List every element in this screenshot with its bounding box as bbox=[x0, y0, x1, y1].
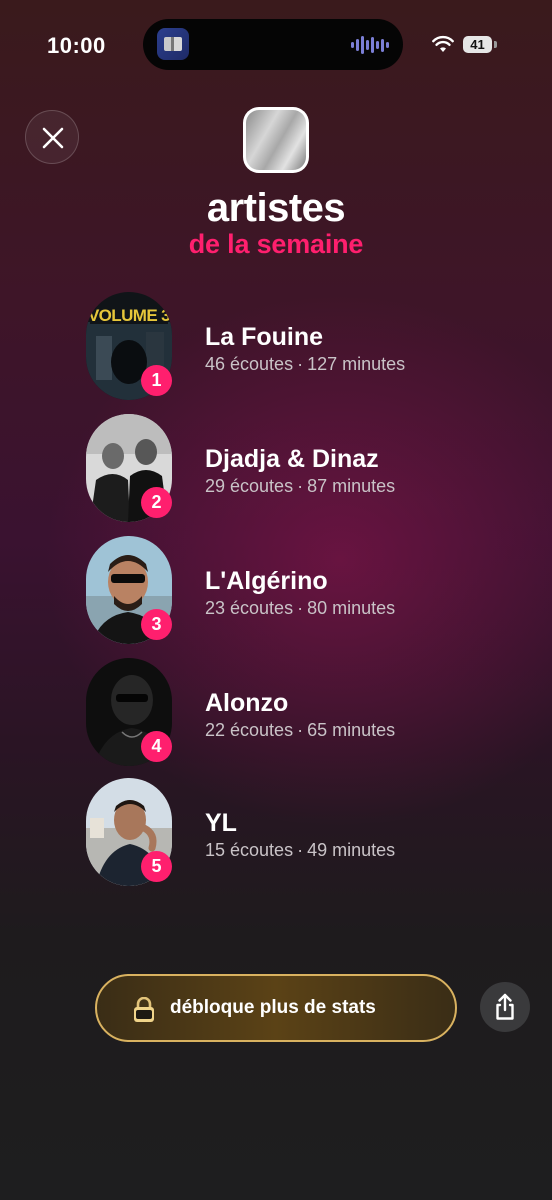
rank-badge: 5 bbox=[141, 851, 172, 882]
cover-text: VOLUME 3 bbox=[88, 306, 170, 325]
close-icon bbox=[42, 127, 64, 149]
rank-badge: 3 bbox=[141, 609, 172, 640]
minutes-count: 80 minutes bbox=[307, 598, 396, 618]
page-subtitle: de la semaine bbox=[188, 229, 364, 259]
minutes-count: 49 minutes bbox=[307, 840, 396, 860]
artist-name: L'Algérino bbox=[205, 567, 328, 595]
rank-badge: 4 bbox=[141, 731, 172, 762]
dynamic-island[interactable] bbox=[143, 19, 403, 70]
unlock-stats-button[interactable]: débloque plus de stats bbox=[95, 974, 457, 1042]
artist-stats: 29 écoutes · 87 minutes bbox=[205, 476, 395, 497]
audio-wave-icon bbox=[351, 35, 389, 55]
separator: · bbox=[297, 840, 304, 860]
artist-name: Djadja & Dinaz bbox=[205, 445, 379, 473]
artist-name: Alonzo bbox=[205, 689, 289, 717]
artist-row-1[interactable]: VOLUME 3 1 La Fouine 46 écoutes · 127 minu… bbox=[86, 292, 486, 402]
plays-count: 46 écoutes bbox=[205, 354, 294, 374]
artist-row-3[interactable]: 3 L'Algérino 23 écoutes · 80 minutes bbox=[86, 536, 486, 646]
lock-icon bbox=[134, 997, 154, 1022]
plays-count: 15 écoutes bbox=[205, 840, 294, 860]
separator: · bbox=[297, 354, 304, 374]
close-button[interactable] bbox=[25, 110, 79, 164]
minutes-count: 65 minutes bbox=[307, 720, 396, 740]
minutes-count: 127 minutes bbox=[307, 354, 406, 374]
artist-stats: 46 écoutes · 127 minutes bbox=[205, 354, 405, 375]
cover-thumbnail bbox=[243, 107, 309, 173]
artist-row-4[interactable]: 4 Alonzo 22 écoutes · 65 minutes bbox=[86, 658, 486, 768]
separator: · bbox=[297, 598, 304, 618]
cover-image bbox=[246, 110, 306, 170]
artist-stats: 22 écoutes · 65 minutes bbox=[205, 720, 395, 741]
artist-row-5[interactable]: 5 YL 15 écoutes · 49 minutes bbox=[86, 778, 486, 888]
artist-name: La Fouine bbox=[205, 323, 324, 351]
artist-stats: 23 écoutes · 80 minutes bbox=[205, 598, 395, 619]
unlock-stats-label: débloque plus de stats bbox=[170, 997, 376, 1018]
plays-count: 29 écoutes bbox=[205, 476, 294, 496]
page-title: artistes bbox=[206, 186, 346, 230]
status-bar: 10:00 41 bbox=[0, 0, 552, 90]
separator: · bbox=[297, 476, 304, 496]
clock: 10:00 bbox=[47, 33, 106, 58]
artist-name: YL bbox=[205, 809, 237, 837]
rank-badge: 1 bbox=[141, 365, 172, 396]
battery-icon: 41 bbox=[463, 36, 492, 53]
plays-count: 23 écoutes bbox=[205, 598, 294, 618]
now-playing-artwork bbox=[157, 28, 189, 60]
share-icon bbox=[496, 993, 514, 1020]
artist-row-2[interactable]: 2 Djadja & Dinaz 29 écoutes · 87 minutes bbox=[86, 414, 486, 524]
artist-stats: 15 écoutes · 49 minutes bbox=[205, 840, 395, 861]
wifi-icon bbox=[432, 35, 454, 52]
battery-nub bbox=[494, 41, 497, 48]
share-button[interactable] bbox=[480, 982, 530, 1032]
rank-badge: 2 bbox=[141, 487, 172, 518]
minutes-count: 87 minutes bbox=[307, 476, 396, 496]
plays-count: 22 écoutes bbox=[205, 720, 294, 740]
separator: · bbox=[297, 720, 304, 740]
